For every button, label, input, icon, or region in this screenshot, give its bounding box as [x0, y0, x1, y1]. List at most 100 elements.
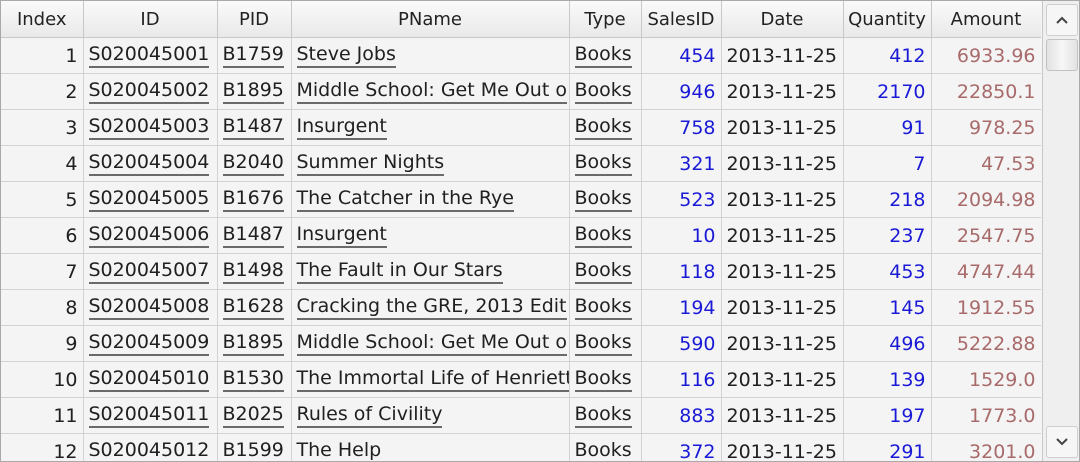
- cell-quantity[interactable]: 453: [843, 253, 932, 290]
- cell-amount[interactable]: 978.25: [931, 109, 1041, 146]
- cell-salesid[interactable]: 194: [641, 289, 722, 326]
- cell-amount[interactable]: 2547.75: [931, 217, 1041, 254]
- cell-quantity[interactable]: 291: [843, 433, 932, 461]
- cell-type[interactable]: Books: [569, 253, 642, 290]
- table-row[interactable]: 8 S020045008 B1628 Cracking the GRE, 2013 E…: [1, 289, 1041, 326]
- cell-amount[interactable]: 1912.55: [931, 289, 1041, 326]
- cell-index[interactable]: 7: [1, 253, 84, 290]
- cell-quantity[interactable]: 7: [843, 145, 932, 182]
- cell-id[interactable]: S020045003: [83, 109, 218, 146]
- table-row[interactable]: 4 S020045004 B2040 Summer Nights Books 321 201…: [1, 145, 1041, 182]
- cell-quantity[interactable]: 145: [843, 289, 932, 326]
- cell-salesid[interactable]: 372: [641, 433, 722, 461]
- column-header-date[interactable]: Date: [721, 1, 844, 38]
- cell-salesid[interactable]: 590: [641, 325, 722, 362]
- cell-quantity[interactable]: 237: [843, 217, 932, 254]
- column-header-pid[interactable]: PID: [217, 1, 292, 38]
- cell-quantity[interactable]: 412: [843, 37, 932, 74]
- cell-salesid[interactable]: 523: [641, 181, 722, 218]
- cell-pid[interactable]: B1487: [217, 217, 292, 254]
- cell-date[interactable]: 2013-11-25: [721, 325, 844, 362]
- cell-type[interactable]: Books: [569, 397, 642, 434]
- cell-pid[interactable]: B1498: [217, 253, 292, 290]
- cell-index[interactable]: 11: [1, 397, 84, 434]
- cell-amount[interactable]: 1529.0: [931, 361, 1041, 398]
- cell-quantity[interactable]: 496: [843, 325, 932, 362]
- table-row[interactable]: 1 S020045001 B1759 Steve Jobs Books 454 2013-1…: [1, 37, 1041, 74]
- cell-pid[interactable]: B1676: [217, 181, 292, 218]
- cell-date[interactable]: 2013-11-25: [721, 37, 844, 74]
- cell-id[interactable]: S020045010: [83, 361, 218, 398]
- cell-index[interactable]: 10: [1, 361, 84, 398]
- cell-pid[interactable]: B1530: [217, 361, 292, 398]
- table-row[interactable]: 9 S020045009 B1895 Middle School: Get Me Ou…: [1, 325, 1041, 362]
- cell-pname[interactable]: Summer Nights: [291, 145, 570, 182]
- cell-salesid[interactable]: 883: [641, 397, 722, 434]
- cell-pname[interactable]: The Catcher in the Rye: [291, 181, 570, 218]
- cell-id[interactable]: S020045008: [83, 289, 218, 326]
- cell-type[interactable]: Books: [569, 181, 642, 218]
- column-header-type[interactable]: Type: [569, 1, 642, 38]
- cell-pname[interactable]: Insurgent: [291, 217, 570, 254]
- cell-index[interactable]: 3: [1, 109, 84, 146]
- scroll-thumb[interactable]: [1046, 39, 1078, 71]
- cell-id[interactable]: S020045004: [83, 145, 218, 182]
- cell-quantity[interactable]: 218: [843, 181, 932, 218]
- cell-pid[interactable]: B2040: [217, 145, 292, 182]
- cell-amount[interactable]: 1773.0: [931, 397, 1041, 434]
- cell-quantity[interactable]: 2170: [843, 73, 932, 110]
- cell-quantity[interactable]: 139: [843, 361, 932, 398]
- cell-date[interactable]: 2013-11-25: [721, 145, 844, 182]
- cell-index[interactable]: 1: [1, 37, 84, 74]
- column-header-quantity[interactable]: Quantity: [843, 1, 932, 38]
- cell-date[interactable]: 2013-11-25: [721, 397, 844, 434]
- cell-type[interactable]: Books: [569, 325, 642, 362]
- column-header-amount[interactable]: Amount: [931, 1, 1041, 38]
- cell-salesid[interactable]: 10: [641, 217, 722, 254]
- cell-amount[interactable]: 6933.96: [931, 37, 1041, 74]
- cell-index[interactable]: 2: [1, 73, 84, 110]
- cell-salesid[interactable]: 454: [641, 37, 722, 74]
- cell-pname[interactable]: Rules of Civility: [291, 397, 570, 434]
- cell-quantity[interactable]: 197: [843, 397, 932, 434]
- cell-amount[interactable]: 2094.98: [931, 181, 1041, 218]
- cell-amount[interactable]: 47.53: [931, 145, 1041, 182]
- cell-id[interactable]: S020045005: [83, 181, 218, 218]
- cell-type[interactable]: Books: [569, 37, 642, 74]
- cell-date[interactable]: 2013-11-25: [721, 181, 844, 218]
- cell-type[interactable]: Books: [569, 289, 642, 326]
- cell-pid[interactable]: B1759: [217, 37, 292, 74]
- cell-quantity[interactable]: 91: [843, 109, 932, 146]
- cell-index[interactable]: 5: [1, 181, 84, 218]
- cell-salesid[interactable]: 946: [641, 73, 722, 110]
- cell-index[interactable]: 9: [1, 325, 84, 362]
- cell-pid[interactable]: B1628: [217, 289, 292, 326]
- cell-id[interactable]: S020045006: [83, 217, 218, 254]
- cell-pname[interactable]: Middle School: Get Me Out o: [291, 325, 570, 362]
- cell-pid[interactable]: B2025: [217, 397, 292, 434]
- cell-salesid[interactable]: 758: [641, 109, 722, 146]
- cell-date[interactable]: 2013-11-25: [721, 361, 844, 398]
- column-header-index[interactable]: Index: [1, 1, 84, 38]
- table-row[interactable]: 7 S020045007 B1498 The Fault in Our Stars Bo…: [1, 253, 1041, 290]
- cell-amount[interactable]: 4747.44: [931, 253, 1041, 290]
- table-row[interactable]: 6 S020045006 B1487 Insurgent Books 10 2013-11-…: [1, 217, 1041, 254]
- cell-pname[interactable]: Insurgent: [291, 109, 570, 146]
- cell-date[interactable]: 2013-11-25: [721, 433, 844, 461]
- cell-amount[interactable]: 22850.1: [931, 73, 1041, 110]
- cell-id[interactable]: S020045009: [83, 325, 218, 362]
- cell-type[interactable]: Books: [569, 433, 642, 461]
- cell-date[interactable]: 2013-11-25: [721, 253, 844, 290]
- cell-id[interactable]: S020045012: [83, 433, 218, 461]
- cell-id[interactable]: S020045002: [83, 73, 218, 110]
- vertical-scrollbar[interactable]: [1042, 1, 1079, 461]
- cell-date[interactable]: 2013-11-25: [721, 73, 844, 110]
- cell-pid[interactable]: B1895: [217, 325, 292, 362]
- cell-amount[interactable]: 5222.88: [931, 325, 1041, 362]
- cell-salesid[interactable]: 321: [641, 145, 722, 182]
- scroll-down-button[interactable]: [1046, 426, 1078, 458]
- cell-type[interactable]: Books: [569, 217, 642, 254]
- cell-index[interactable]: 4: [1, 145, 84, 182]
- table-row[interactable]: 3 S020045003 B1487 Insurgent Books 758 2013-11…: [1, 109, 1041, 146]
- scroll-up-button[interactable]: [1046, 4, 1078, 36]
